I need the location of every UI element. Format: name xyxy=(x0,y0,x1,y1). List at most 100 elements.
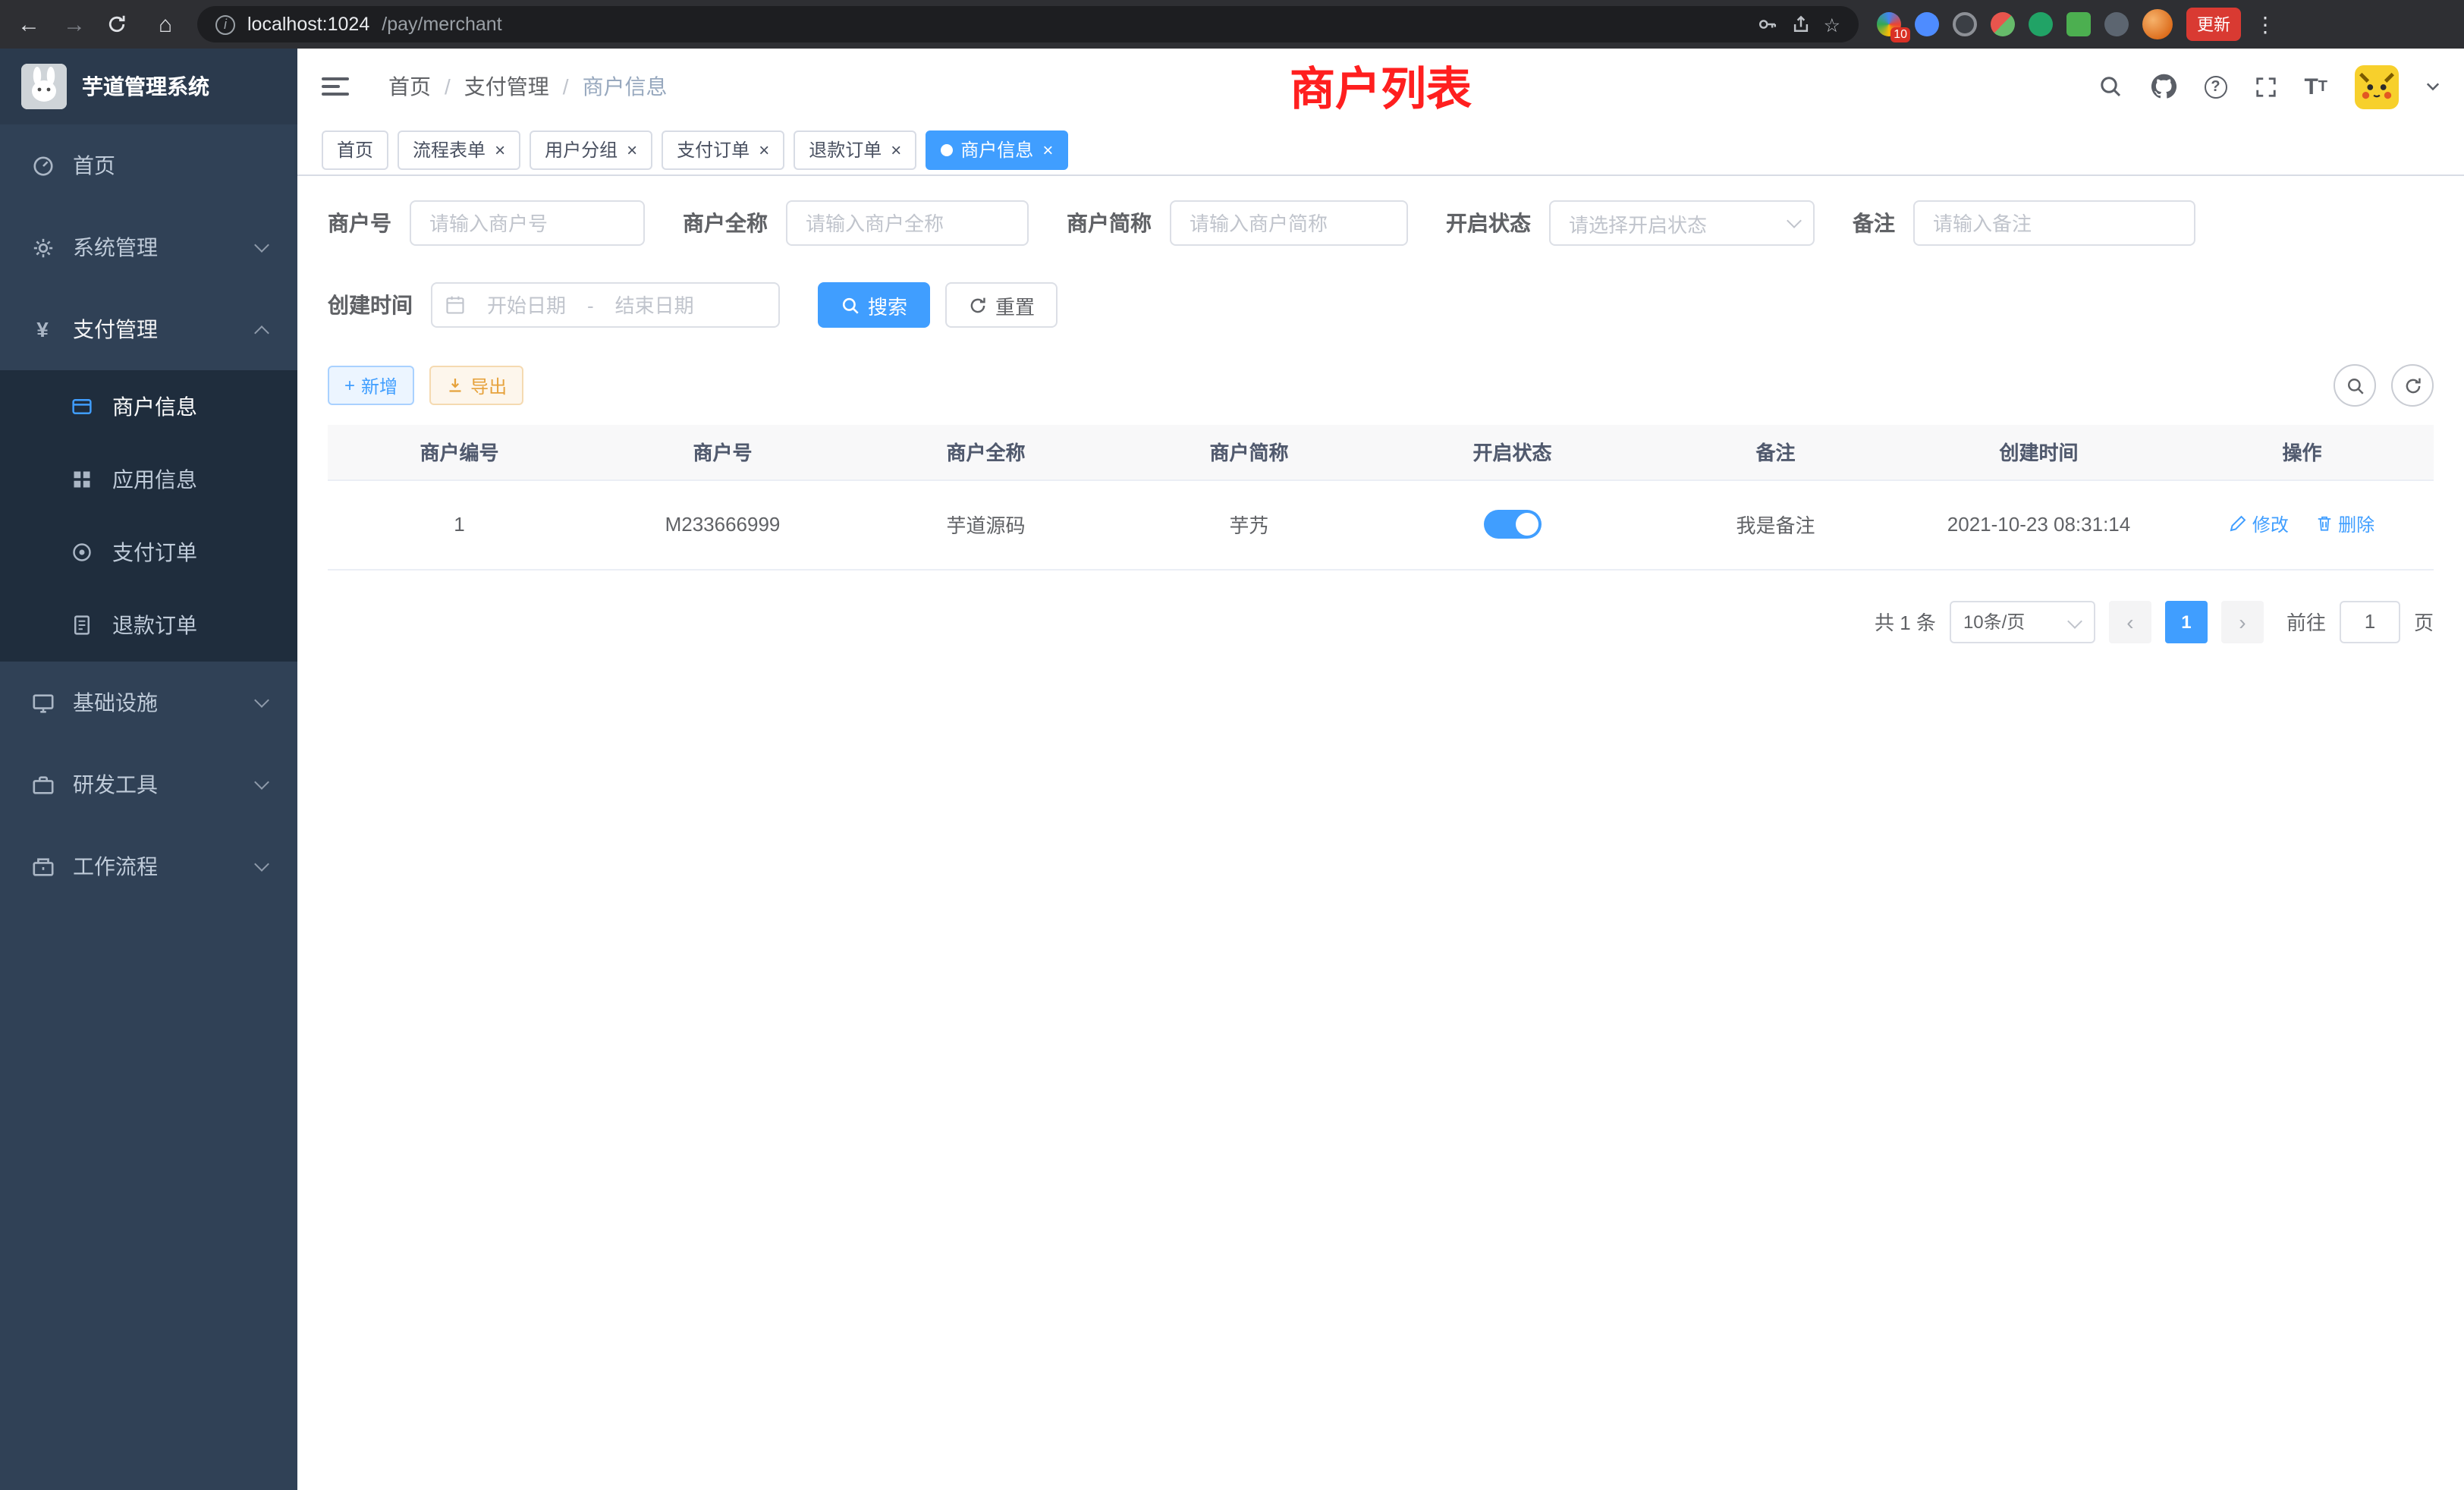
site-info-icon[interactable]: i xyxy=(215,14,235,34)
cell-short-name: 芋艿 xyxy=(1117,479,1381,569)
goto-page-input[interactable] xyxy=(2340,600,2400,643)
short-name-label: 商户简称 xyxy=(1067,208,1170,238)
sidebar-item-system[interactable]: 系统管理 xyxy=(0,206,297,288)
browser-update-button[interactable]: 更新 xyxy=(2186,8,2241,41)
sidebar-item-home[interactable]: 首页 xyxy=(0,124,297,206)
add-button[interactable]: + 新增 xyxy=(328,366,414,405)
sidebar-logo[interactable]: 芋道管理系统 xyxy=(0,49,297,124)
browser-back-icon[interactable]: ← xyxy=(15,11,42,37)
full-name-input[interactable] xyxy=(786,200,1029,246)
short-name-input[interactable] xyxy=(1170,200,1408,246)
extension-icon[interactable] xyxy=(1953,12,1977,36)
reset-button[interactable]: 重置 xyxy=(945,282,1058,328)
col-remark: 备注 xyxy=(1644,425,1907,479)
col-created: 创建时间 xyxy=(1907,425,2170,479)
close-icon[interactable]: × xyxy=(627,140,637,159)
browser-menu-icon[interactable]: ⋮ xyxy=(2255,11,2276,37)
tab-refund-order[interactable]: 退款订单× xyxy=(794,130,916,169)
extension-icon[interactable]: 10 xyxy=(1877,12,1901,36)
col-actions: 操作 xyxy=(2170,425,2434,479)
table-toolbar: + 新增 导出 xyxy=(328,364,2434,407)
chevron-up-icon xyxy=(254,325,269,340)
sidebar-item-refund-order[interactable]: 退款订单 xyxy=(0,589,297,662)
url-path: /pay/merchant xyxy=(382,14,501,35)
refresh-icon[interactable] xyxy=(2391,364,2434,407)
extension-icon[interactable] xyxy=(1915,12,1939,36)
search-icon[interactable] xyxy=(2098,74,2122,99)
start-date-input[interactable] xyxy=(472,292,581,318)
app-title: 芋道管理系统 xyxy=(82,71,209,102)
sidebar-item-label: 研发工具 xyxy=(73,769,158,800)
user-avatar[interactable] xyxy=(2355,64,2399,108)
page-button-1[interactable]: 1 xyxy=(2165,600,2208,643)
browser-forward-icon[interactable]: → xyxy=(61,11,88,37)
browser-reload-icon[interactable] xyxy=(106,14,134,35)
prev-page-button[interactable]: ‹ xyxy=(2109,600,2151,643)
sidebar-item-payment[interactable]: ¥ 支付管理 xyxy=(0,288,297,370)
grid-icon xyxy=(70,469,94,490)
sidebar-item-app-info[interactable]: 应用信息 xyxy=(0,443,297,516)
tab-user-group[interactable]: 用户分组× xyxy=(530,130,652,169)
breadcrumb-payment[interactable]: 支付管理 xyxy=(464,71,549,102)
close-icon[interactable]: × xyxy=(891,140,901,159)
close-icon[interactable]: × xyxy=(495,140,505,159)
github-icon[interactable] xyxy=(2149,73,2176,100)
date-separator: - xyxy=(587,294,594,316)
sidebar: 芋道管理系统 首页 系统管理 ¥ 支付管理 xyxy=(0,49,297,1490)
font-size-icon[interactable]: TT xyxy=(2304,74,2327,99)
close-icon[interactable]: × xyxy=(759,140,769,159)
sidebar-item-label: 支付订单 xyxy=(112,537,197,567)
fullscreen-icon[interactable] xyxy=(2254,75,2277,98)
tab-home[interactable]: 首页 xyxy=(322,130,388,169)
status-toggle[interactable] xyxy=(1484,510,1542,539)
extension-icon[interactable] xyxy=(2066,12,2091,36)
sidebar-item-pay-order[interactable]: 支付订单 xyxy=(0,516,297,589)
sidebar-item-infrastructure[interactable]: 基础设施 xyxy=(0,662,297,743)
col-merchant-id: 商户编号 xyxy=(328,425,591,479)
extension-icon[interactable] xyxy=(1991,12,2015,36)
share-icon[interactable] xyxy=(1790,14,1812,35)
sidebar-item-workflow[interactable]: 工作流程 xyxy=(0,825,297,907)
avatar-caret-icon[interactable] xyxy=(2426,82,2440,91)
end-date-input[interactable] xyxy=(600,292,709,318)
merchant-no-input[interactable] xyxy=(410,200,645,246)
collapse-sidebar-icon[interactable] xyxy=(322,77,349,96)
breadcrumb-current: 商户信息 xyxy=(583,71,668,102)
browser-profile-avatar[interactable] xyxy=(2142,9,2173,39)
tab-pay-order[interactable]: 支付订单× xyxy=(662,130,784,169)
bookmark-star-icon[interactable]: ☆ xyxy=(1824,13,1840,36)
pagination: 共 1 条 10条/页 ‹ 1 › 前往 页 xyxy=(328,600,2434,643)
address-bar[interactable]: i localhost:1024/pay/merchant ☆ xyxy=(197,6,1859,42)
page-size-select[interactable]: 10条/页 xyxy=(1950,600,2095,643)
goto-unit: 页 xyxy=(2414,607,2434,636)
extension-icon[interactable] xyxy=(2104,12,2129,36)
extension-badge: 10 xyxy=(1890,27,1910,42)
filter-row-1: 商户号 商户全称 商户简称 开启状态 请选择开启状态 xyxy=(328,200,2434,246)
chevron-down-icon xyxy=(254,857,269,872)
search-button[interactable]: 搜索 xyxy=(818,282,930,328)
close-icon[interactable]: × xyxy=(1042,140,1053,159)
tab-process-form[interactable]: 流程表单× xyxy=(398,130,520,169)
delete-button[interactable]: 删除 xyxy=(2315,511,2374,537)
breadcrumb-home[interactable]: 首页 xyxy=(388,71,431,102)
toggle-search-icon[interactable] xyxy=(2334,364,2376,407)
password-key-icon[interactable] xyxy=(1757,14,1778,35)
export-button[interactable]: 导出 xyxy=(429,366,523,405)
extension-icon[interactable] xyxy=(2029,12,2053,36)
merchant-table: 商户编号 商户号 商户全称 商户简称 开启状态 备注 创建时间 操作 1 xyxy=(328,425,2434,570)
create-time-range-picker[interactable]: - xyxy=(431,282,780,328)
plus-icon: + xyxy=(344,375,355,396)
screen: ← → ⌂ i localhost:1024/pay/merchant ☆ 10 xyxy=(0,0,2464,1490)
sidebar-item-devtools[interactable]: 研发工具 xyxy=(0,743,297,825)
remark-input[interactable] xyxy=(1913,200,2195,246)
tab-merchant-info[interactable]: 商户信息× xyxy=(926,130,1068,169)
next-page-button[interactable]: › xyxy=(2221,600,2264,643)
table-row: 1 M233666999 芋道源码 芋艿 我是备注 2021-10-23 08:… xyxy=(328,479,2434,569)
sidebar-item-merchant-info[interactable]: 商户信息 xyxy=(0,370,297,443)
edit-button[interactable]: 修改 xyxy=(2230,511,2289,537)
status-select[interactable]: 请选择开启状态 xyxy=(1549,200,1815,246)
payment-submenu: 商户信息 应用信息 支付订单 xyxy=(0,370,297,662)
sidebar-item-label: 系统管理 xyxy=(73,232,158,262)
help-icon[interactable]: ? xyxy=(2204,75,2227,98)
browser-home-icon[interactable]: ⌂ xyxy=(152,11,179,37)
